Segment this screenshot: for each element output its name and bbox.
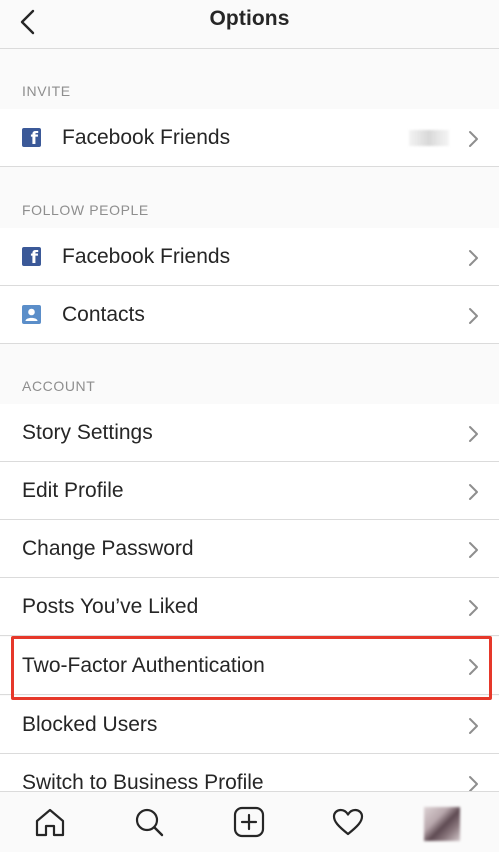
edit-profile-row[interactable]: Edit Profile [0,462,499,520]
home-icon [35,808,65,837]
tab-search[interactable] [129,802,169,842]
blocked-users-row[interactable]: Blocked Users [0,696,499,754]
row-label: Posts You’ve Liked [22,595,199,618]
section-header-invite: INVITE [0,49,499,110]
row-label: Edit Profile [22,479,124,502]
bottom-tab-bar [0,791,499,852]
chevron-right-icon [469,308,478,324]
follow-facebook-friends-row[interactable]: f Facebook Friends [0,228,499,286]
story-settings-row[interactable]: Story Settings [0,404,499,462]
row-label: Facebook Friends [62,245,231,268]
invite-facebook-friends-row[interactable]: f Facebook Friends [0,109,499,167]
chevron-right-icon [469,131,478,147]
section-title-follow-people: FOLLOW PEOPLE [22,202,149,218]
posts-liked-row[interactable]: Posts You’ve Liked [0,578,499,636]
tab-home[interactable] [30,802,70,842]
blurred-badge [409,130,449,146]
row-label: Blocked Users [22,713,158,736]
add-post-icon [233,806,265,838]
section-header-account: ACCOUNT [0,344,499,405]
section-title-account: ACCOUNT [22,378,96,394]
top-nav-bar: Options [0,0,499,49]
tab-activity[interactable] [328,802,368,842]
row-label: Contacts [62,303,145,326]
heart-icon [332,808,364,836]
contacts-icon [22,305,41,324]
row-label: Story Settings [22,421,153,444]
change-password-row[interactable]: Change Password [0,520,499,578]
chevron-right-icon [469,484,478,500]
search-icon [135,808,164,837]
facebook-icon: f [22,128,41,149]
chevron-right-icon [469,426,478,442]
page-title: Options [209,7,290,30]
highlight-box [11,636,492,700]
row-label: Facebook Friends [62,126,231,149]
follow-contacts-row[interactable]: Contacts [0,286,499,344]
row-label: Change Password [22,537,194,560]
section-header-follow-people: FOLLOW PEOPLE [0,167,499,229]
profile-avatar[interactable] [424,807,460,841]
chevron-right-icon [469,600,478,616]
chevron-right-icon [469,250,478,266]
chevron-right-icon [469,718,478,734]
facebook-icon: f [22,247,41,268]
chevron-right-icon [469,542,478,558]
tab-new-post[interactable] [229,802,269,842]
section-title-invite: INVITE [22,83,71,99]
